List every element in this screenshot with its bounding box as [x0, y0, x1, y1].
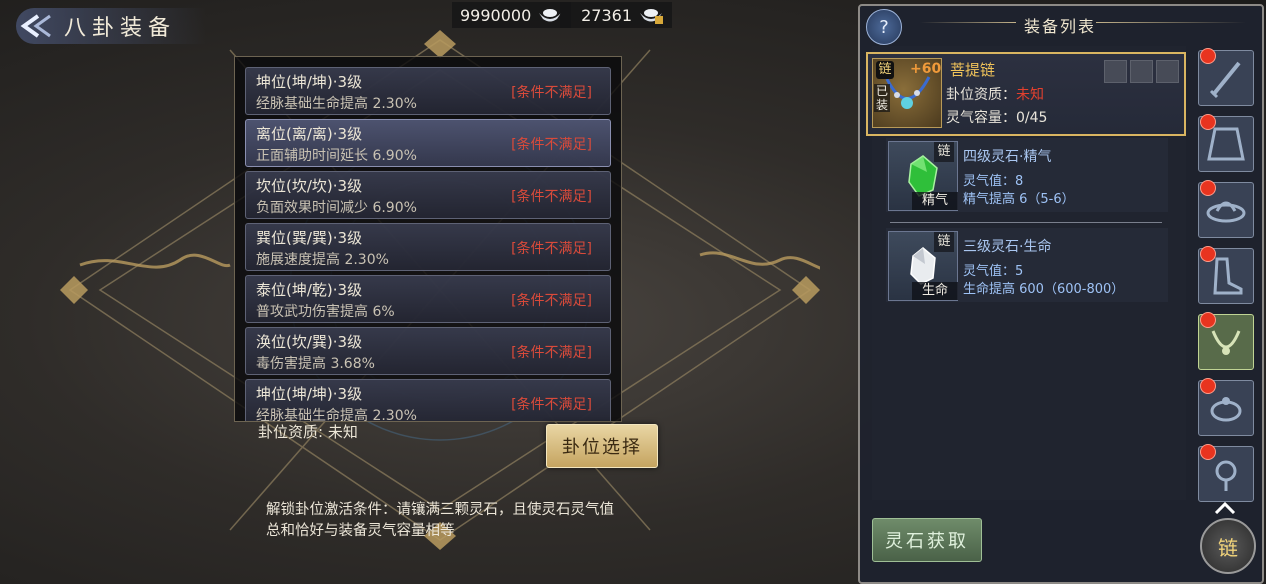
- title-divider-right: [1096, 22, 1246, 23]
- hexagram-row[interactable]: 涣位(坎/巽)·3级 毒伤害提高 3.68% [条件不满足]: [245, 327, 611, 375]
- notification-dot: [1200, 246, 1216, 262]
- equipment-quality-label: 卦位资质：: [946, 87, 1016, 103]
- equipment-quality: 卦位资质：未知: [946, 84, 1044, 104]
- hexagram-row[interactable]: 坤位(坤/坤)·3级 经脉基础生命提高 2.30% [条件不满足]: [245, 379, 611, 422]
- equipped-tag: 已装: [874, 84, 890, 112]
- hexagram-name: 坤位(坤/坤)·3级: [256, 385, 363, 403]
- hexagram-status: [条件不满足]: [511, 241, 592, 257]
- silver-amount: 9990000: [460, 5, 532, 25]
- stone-spirit-value: 灵气值：5: [963, 264, 1024, 279]
- hexagram-name: 泰位(坤/乾)·3级: [256, 281, 363, 299]
- hexagram-effect: 毒伤害提高 3.68%: [256, 356, 375, 372]
- notification-dot: [1200, 114, 1216, 130]
- chain-tag: 链: [934, 232, 954, 252]
- hexagram-effect: 负面效果时间减少 6.90%: [256, 200, 417, 216]
- divider: [890, 222, 1162, 223]
- hexagram-effect: 施展速度提高 2.30%: [256, 252, 389, 268]
- hexagram-select-button[interactable]: 卦位选择: [546, 424, 658, 468]
- hexagram-status: [条件不满足]: [511, 397, 592, 413]
- back-arrow-icon: [20, 14, 51, 38]
- back-button[interactable]: 八卦装备: [16, 8, 206, 44]
- bound-silver-currency: 27361: [560, 2, 672, 28]
- empty-slot: [1130, 60, 1153, 83]
- hexagram-row[interactable]: 泰位(坤/乾)·3级 普攻武功伤害提高 6% [条件不满足]: [245, 275, 611, 323]
- hexagram-status: [条件不满足]: [511, 137, 592, 153]
- empty-slot: [1156, 60, 1179, 83]
- hexagram-quality-label: 卦位资质: 未知: [258, 423, 358, 441]
- silver-ingot-lock-icon: [640, 9, 663, 24]
- hexagram-effect: 正面辅助时间延长 6.90%: [256, 148, 417, 164]
- hexagram-list[interactable]: 坤位(坤/坤)·3级 经脉基础生命提高 2.30% [条件不满足] 离位(离/离…: [234, 56, 622, 422]
- hexagram-name: 坎位(坎/坎)·3级: [256, 177, 363, 195]
- title-divider-left: [920, 22, 1016, 23]
- silver-currency: 9990000: [452, 2, 572, 28]
- hexagram-effect: 普攻武功伤害提高 6%: [256, 304, 395, 320]
- enhance-level: +60: [910, 61, 942, 77]
- hexagram-name: 巽位(巽/巽)·3级: [256, 229, 363, 247]
- stone-effect: 生命提高 600（600-800）: [963, 282, 1125, 297]
- stone-spirit-value: 灵气值：8: [963, 174, 1024, 189]
- get-spirit-stone-button[interactable]: 灵石获取: [872, 518, 982, 562]
- page-title: 八卦装备: [64, 16, 177, 41]
- unlock-condition-hint: 解锁卦位激活条件：请镶满三颗灵石，且使灵石灵气值总和恰好与装备灵气容量相等: [266, 502, 614, 539]
- stone-effect: 精气提高 6（5-6）: [963, 192, 1075, 207]
- hexagram-status: [条件不满足]: [511, 85, 592, 101]
- hexagram-name: 坤位(坤/坤)·3级: [256, 73, 363, 91]
- notification-dot: [1200, 180, 1216, 196]
- empty-slot: [1104, 60, 1127, 83]
- equipment-name: 菩提链: [950, 61, 996, 79]
- hexagram-status: [条件不满足]: [511, 189, 592, 205]
- panel-title: 装备列表: [1024, 17, 1097, 36]
- hexagram-row[interactable]: 坎位(坎/坎)·3级 负面效果时间减少 6.90% [条件不满足]: [245, 171, 611, 219]
- equipment-capacity: 灵气容量：0/45: [946, 110, 1048, 126]
- help-icon: ?: [879, 16, 889, 38]
- hexagram-status: [条件不满足]: [511, 345, 592, 361]
- hexagram-effect: 经脉基础生命提高 2.30%: [256, 408, 417, 422]
- scroll-up-icon[interactable]: [1214, 502, 1236, 514]
- chain-icon: 链: [1218, 535, 1238, 560]
- hexagram-status: [条件不满足]: [511, 293, 592, 309]
- equipment-quality-value: 未知: [1016, 87, 1044, 103]
- hexagram-row[interactable]: 坤位(坤/坤)·3级 经脉基础生命提高 2.30% [条件不满足]: [245, 67, 611, 115]
- notification-dot: [1200, 48, 1216, 64]
- chain-tag: 链: [934, 142, 954, 162]
- stone-type-label: 精气: [912, 192, 958, 210]
- stone-type-label: 生命: [912, 282, 958, 300]
- hexagram-name: 离位(离/离)·3级: [256, 125, 363, 143]
- stone-name: 四级灵石·精气: [963, 149, 1052, 165]
- notification-dot: [1200, 312, 1216, 328]
- notification-dot: [1200, 444, 1216, 460]
- hexagram-name: 涣位(坎/巽)·3级: [256, 333, 363, 351]
- hexagram-row[interactable]: 巽位(巽/巽)·3级 施展速度提高 2.30% [条件不满足]: [245, 223, 611, 271]
- notification-dot: [1200, 378, 1216, 394]
- hexagram-effect: 经脉基础生命提高 2.30%: [256, 96, 417, 112]
- stone-slot-indicators: [1104, 60, 1179, 83]
- chain-slot-badge: 链: [876, 61, 894, 79]
- chain-equipment-button[interactable]: 链: [1200, 518, 1256, 574]
- stone-name: 三级灵石·生命: [963, 239, 1052, 255]
- hexagram-row-selected[interactable]: 离位(离/离)·3级 正面辅助时间延长 6.90% [条件不满足]: [245, 119, 611, 167]
- help-button[interactable]: ?: [866, 9, 902, 45]
- bound-silver-amount: 27361: [581, 5, 632, 25]
